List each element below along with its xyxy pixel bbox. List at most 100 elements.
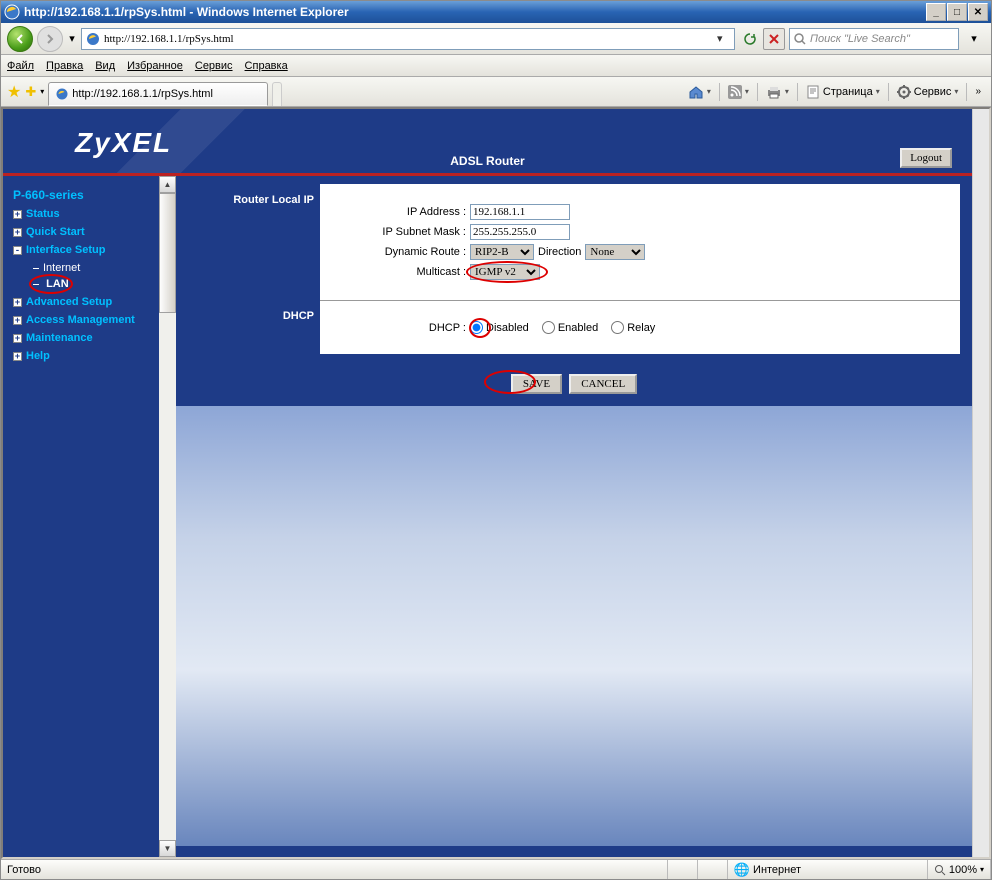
save-button[interactable]: SAVE: [511, 374, 562, 394]
stop-button[interactable]: [763, 28, 785, 50]
router-header: ZyXEL ADSL Router Logout: [3, 109, 972, 173]
dhcp-disabled-label: Disabled: [486, 322, 533, 334]
router-page: ZyXEL ADSL Router Logout P-660-series +S…: [3, 109, 972, 857]
dynroute-label: Dynamic Route :: [330, 246, 470, 258]
window-buttons: _ □ ✕: [926, 3, 988, 21]
subnet-input[interactable]: [470, 224, 570, 240]
address-dropdown-icon[interactable]: ▾: [717, 32, 731, 45]
dhcp-disabled-radio[interactable]: [470, 321, 483, 334]
menu-view[interactable]: Вид: [95, 60, 115, 72]
window-title: http://192.168.1.1/rpSys.html - Windows …: [24, 5, 926, 19]
ie-icon: [4, 4, 20, 20]
dhcp-label: DHCP :: [330, 322, 470, 334]
close-button[interactable]: ✕: [968, 3, 988, 21]
feeds-button[interactable]: ▾: [724, 81, 753, 103]
refresh-button[interactable]: [739, 28, 761, 50]
tools-menu[interactable]: Сервис▾: [893, 81, 963, 103]
expand-icon: +: [13, 352, 22, 361]
nav-toolbar: ▾ ▾ Поиск "Live Search" ▾: [1, 23, 991, 55]
sidebar-item-quickstart[interactable]: +Quick Start: [13, 226, 176, 238]
menu-favorites[interactable]: Избранное: [127, 60, 183, 72]
collapse-icon: -: [13, 246, 22, 255]
menu-bar: Файл Правка Вид Избранное Сервис Справка: [1, 55, 991, 77]
minimize-button[interactable]: _: [926, 3, 946, 21]
menu-edit[interactable]: Правка: [46, 60, 83, 72]
logout-button[interactable]: Logout: [900, 148, 952, 168]
direction-label: Direction: [538, 246, 581, 258]
sidebar-item-advanced[interactable]: +Advanced Setup: [13, 296, 176, 308]
sidebar-sub-lan[interactable]: LAN: [33, 278, 176, 290]
sidebar-sub-internet[interactable]: Internet: [33, 262, 176, 274]
dhcp-content: DHCP : Disabled Enabled Relay: [320, 300, 960, 354]
section-label-localip: Router Local IP: [176, 184, 320, 300]
home-button[interactable]: ▾: [684, 81, 715, 103]
menu-tools[interactable]: Сервис: [195, 60, 233, 72]
ip-address-input[interactable]: [470, 204, 570, 220]
expand-icon: +: [13, 334, 22, 343]
ip-address-label: IP Address :: [330, 206, 470, 218]
tab-title: http://192.168.1.1/rpSys.html: [72, 88, 213, 100]
sidebar-item-help[interactable]: +Help: [13, 350, 176, 362]
command-bar: ▾ ▾ ▾ Страница▾ Сервис▾ »: [684, 81, 985, 103]
button-bar: SAVE CANCEL: [176, 362, 972, 406]
new-tab-button[interactable]: [272, 82, 282, 106]
maximize-button[interactable]: □: [947, 3, 967, 21]
titlebar: http://192.168.1.1/rpSys.html - Windows …: [1, 1, 991, 23]
sidebar: P-660-series +Status +Quick Start -Inter…: [3, 176, 176, 857]
search-dropdown[interactable]: ▾: [963, 28, 985, 50]
status-blank1: [668, 860, 698, 879]
direction-select[interactable]: None: [585, 244, 645, 260]
address-bar[interactable]: ▾: [81, 28, 735, 50]
background-gradient: [176, 406, 972, 846]
browser-tab[interactable]: http://192.168.1.1/rpSys.html: [48, 82, 268, 106]
multicast-select[interactable]: IGMP v2: [470, 264, 540, 280]
expand-icon: +: [13, 210, 22, 219]
dhcp-enabled-radio[interactable]: [542, 321, 555, 334]
sidebar-series: P-660-series: [13, 188, 176, 202]
dhcp-relay-radio[interactable]: [611, 321, 624, 334]
dhcp-relay-label: Relay: [627, 322, 659, 334]
globe-icon: 🌐: [734, 862, 750, 878]
sidebar-item-access[interactable]: +Access Management: [13, 314, 176, 326]
scroll-up-button[interactable]: ▲: [159, 176, 176, 193]
sidebar-item-status[interactable]: +Status: [13, 208, 176, 220]
forward-button[interactable]: [37, 26, 63, 52]
toolbar-chevron[interactable]: »: [971, 81, 985, 103]
tab-toolbar: ★ ✚ ▾ http://192.168.1.1/rpSys.html ▾ ▾ …: [1, 77, 991, 107]
content-viewport: ZyXEL ADSL Router Logout P-660-series +S…: [1, 107, 991, 859]
browser-window: http://192.168.1.1/rpSys.html - Windows …: [0, 0, 992, 880]
subnet-label: IP Subnet Mask :: [330, 226, 470, 238]
search-placeholder: Поиск "Live Search": [810, 33, 910, 45]
scroll-down-button[interactable]: ▼: [159, 840, 176, 857]
page-scrollbar[interactable]: [972, 109, 989, 857]
sidebar-item-interface[interactable]: -Interface Setup: [13, 244, 176, 256]
back-button[interactable]: [7, 26, 33, 52]
page-menu[interactable]: Страница▾: [802, 81, 884, 103]
status-zone: 🌐Интернет: [728, 860, 928, 879]
status-zoom[interactable]: 100% ▾: [928, 860, 991, 879]
search-icon: [793, 32, 807, 46]
dynroute-select[interactable]: RIP2-B: [470, 244, 534, 260]
settings-panel: Router Local IP IP Address : IP Subnet M…: [176, 184, 960, 354]
dhcp-enabled-label: Enabled: [558, 322, 602, 334]
router-title: ADSL Router: [3, 154, 972, 168]
router-body: P-660-series +Status +Quick Start -Inter…: [3, 176, 972, 857]
page-icon: [85, 31, 101, 47]
scroll-thumb[interactable]: [159, 193, 176, 313]
expand-icon: +: [13, 316, 22, 325]
zoom-icon: [934, 864, 946, 876]
menu-file[interactable]: Файл: [7, 60, 34, 72]
sidebar-item-maintenance[interactable]: +Maintenance: [13, 332, 176, 344]
nav-history-dropdown[interactable]: ▾: [67, 29, 77, 49]
sidebar-scrollbar[interactable]: ▲ ▼: [159, 176, 176, 857]
print-button[interactable]: ▾: [762, 81, 793, 103]
favorites-dropdown-icon[interactable]: ▾: [40, 87, 44, 96]
menu-help[interactable]: Справка: [245, 60, 288, 72]
add-favorite-icon[interactable]: ✚: [25, 84, 36, 100]
search-box[interactable]: Поиск "Live Search": [789, 28, 959, 50]
cancel-button[interactable]: CANCEL: [569, 374, 637, 394]
status-blank2: [698, 860, 728, 879]
favorites-center-icon[interactable]: ★: [7, 82, 21, 102]
url-input[interactable]: [104, 33, 714, 45]
multicast-label: Multicast :: [330, 266, 470, 278]
